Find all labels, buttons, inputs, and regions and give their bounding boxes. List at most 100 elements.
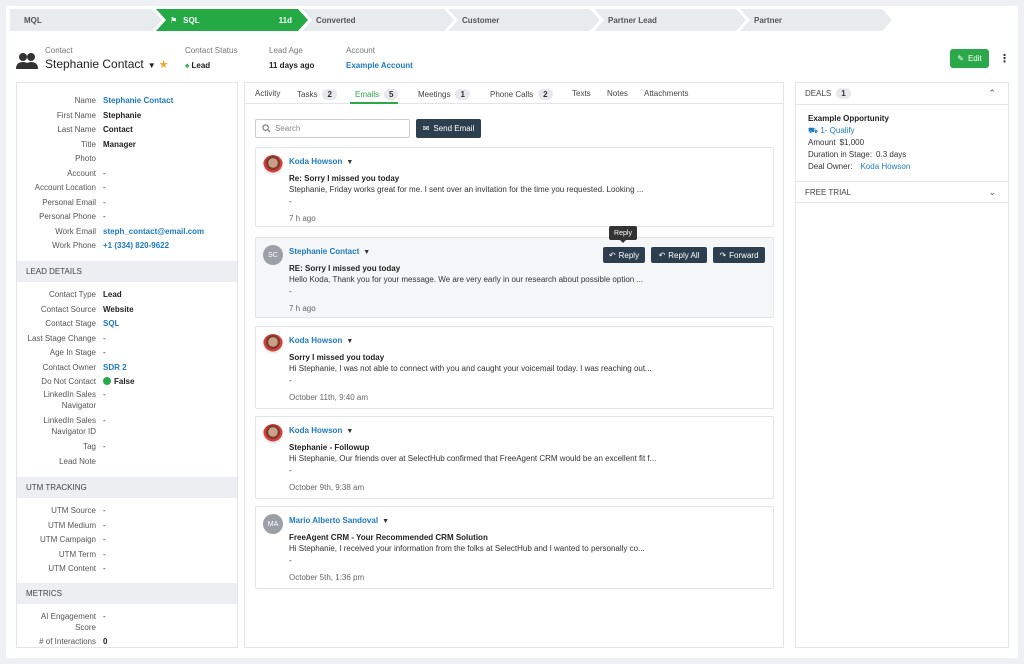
tab-texts[interactable]: Texts	[572, 89, 591, 98]
chevron-up-icon[interactable]: ⌃	[988, 88, 996, 99]
flag-icon: ⚑	[170, 15, 178, 25]
email-item[interactable]: SC Stephanie Contact ▼ RE: Sorry I missed…	[255, 237, 774, 318]
sender-name: Mario Alberto Sandoval	[289, 516, 379, 525]
email-item[interactable]: MA Mario Alberto Sandoval ▼ FreeAgent CRM…	[255, 506, 774, 589]
field-label: AI Engagement Score	[17, 611, 96, 633]
field-last-name: Last Name Contact	[17, 124, 237, 135]
email-item[interactable]: Koda Howson ▼ Re: Sorry I missed you toda…	[255, 147, 774, 227]
sender-name: Koda Howson	[289, 336, 343, 345]
metrics-header[interactable]: METRICS	[17, 583, 237, 604]
field-value: Website	[103, 304, 134, 314]
pipeline-stage-bar: MQL ⚑ SQL 11d Converted Customer Partner L…	[10, 9, 886, 31]
field-value[interactable]: Stephanie Contact	[103, 95, 173, 106]
reply-button[interactable]: ↶ Reply	[603, 247, 645, 263]
field-label: Tag	[83, 442, 96, 451]
caret-down-icon[interactable]: ▼	[363, 249, 370, 256]
field-value[interactable]: SQL	[103, 318, 119, 329]
search-input[interactable]: Search	[255, 119, 410, 138]
tab-label: Meetings	[418, 90, 451, 99]
caret-down-icon[interactable]: ▼	[346, 159, 353, 166]
email-snippet: Hi Stephanie, I was not able to connect …	[289, 364, 652, 373]
email-separator: -	[289, 287, 292, 296]
caret-down-icon[interactable]: ▼	[346, 338, 353, 345]
account-link[interactable]: Example Account	[346, 61, 413, 70]
edit-label: Edit	[967, 54, 982, 63]
deal-stage[interactable]: ⛟ 1- Qualify	[808, 126, 855, 136]
stage-sql[interactable]: ⚑ SQL 11d	[156, 9, 308, 31]
email-separator: -	[289, 556, 292, 565]
tab-tasks[interactable]: Tasks 2	[297, 89, 337, 100]
reply-all-icon: ↶	[658, 250, 666, 260]
caret-down-icon[interactable]: ▼	[346, 428, 353, 435]
stage-mql[interactable]: MQL	[10, 9, 162, 31]
stage-converted[interactable]: Converted	[302, 9, 454, 31]
contact-name[interactable]: Stephanie Contact ▼ ★	[45, 57, 169, 71]
lead-details-header[interactable]: LEAD DETAILS	[17, 261, 237, 282]
free-trial-header[interactable]: FREE TRIAL ⌄	[796, 181, 1008, 203]
field-label: Account	[67, 168, 96, 178]
edit-button[interactable]: ✎ Edit	[950, 49, 989, 68]
tab-attachments[interactable]: Attachments	[644, 89, 688, 98]
stage-customer[interactable]: Customer	[448, 9, 600, 31]
field-value[interactable]: steph_contact@email.com	[103, 226, 204, 237]
status-text: Lead	[191, 61, 211, 70]
reply-all-button[interactable]: ↶ Reply All	[651, 247, 707, 263]
field-label: UTM Term	[58, 549, 96, 559]
field-value: Stephanie	[103, 110, 142, 120]
stage-partner-lead[interactable]: Partner Lead	[594, 9, 746, 31]
caret-down-icon[interactable]: ▼	[148, 61, 156, 70]
email-subject: RE: Sorry I missed you today	[289, 264, 401, 273]
value[interactable]: Koda Howson	[860, 162, 910, 171]
deals-header[interactable]: DEALS 1 ⌃	[796, 83, 1008, 105]
forward-button[interactable]: ↷ Forward	[713, 247, 765, 263]
tab-count-badge: 2	[322, 89, 337, 100]
field-value: -	[103, 212, 106, 221]
tab-label: Texts	[572, 89, 591, 98]
field-last-stage-change: Last Stage Change -	[17, 333, 237, 344]
email-sender[interactable]: Stephanie Contact ▼	[289, 247, 370, 256]
utm-tracking-header[interactable]: UTM TRACKING	[17, 477, 237, 498]
email-separator: -	[289, 466, 292, 475]
field-label: Contact Owner	[42, 362, 96, 372]
field-value: -	[103, 183, 106, 192]
stage-partner[interactable]: Partner	[740, 9, 892, 31]
field-value[interactable]: SDR 2	[103, 362, 127, 373]
email-time: 7 h ago	[289, 304, 316, 313]
stage-days: 11d	[278, 15, 292, 25]
deal-stage-label: 1- Qualify	[820, 126, 855, 135]
field-value: Lead	[103, 290, 122, 299]
email-sender[interactable]: Koda Howson ▼	[289, 336, 353, 345]
tab-label: Phone Calls	[490, 90, 534, 99]
account-label: Account	[346, 46, 375, 55]
tab-meetings[interactable]: Meetings 1	[418, 89, 470, 100]
avatar: MA	[263, 514, 283, 534]
contact-status: Contact Status ♠ Lead	[185, 46, 237, 70]
more-options-icon[interactable]: ⋮	[999, 52, 1010, 65]
field-personal-phone: Personal Phone -	[17, 211, 237, 222]
field-contact-type: Contact Type Lead	[17, 289, 237, 300]
star-icon[interactable]: ★	[159, 59, 169, 71]
deal-name[interactable]: Example Opportunity	[808, 114, 889, 123]
value: 0.3 days	[876, 150, 907, 159]
email-sender[interactable]: Mario Alberto Sandoval ▼	[289, 516, 389, 525]
email-item[interactable]: Koda Howson ▼ Sorry I missed you today Hi…	[255, 326, 774, 409]
field-value[interactable]: +1 (334) 820-9622	[103, 240, 169, 251]
sender-name: Koda Howson	[289, 426, 343, 435]
email-snippet: Hello Koda, Thank you for your message. …	[289, 275, 644, 284]
label-line-2: Navigator	[61, 401, 96, 410]
tab-notes[interactable]: Notes	[607, 89, 628, 98]
email-sender[interactable]: Koda Howson ▼	[289, 157, 353, 166]
send-email-button[interactable]: ✉ Send Email	[416, 119, 481, 138]
tab-phone-calls[interactable]: Phone Calls 2	[490, 89, 553, 100]
email-snippet: Hi Stephanie, Our friends over at Select…	[289, 454, 657, 463]
chevron-down-icon[interactable]: ⌄	[988, 187, 996, 198]
tab-emails[interactable]: Emails 5	[355, 89, 399, 100]
tab-activity[interactable]: Activity	[255, 89, 280, 98]
email-subject: Stephanie - Followup	[289, 443, 370, 452]
field-age-in-stage: Age In Stage -	[17, 347, 237, 358]
email-sender[interactable]: Koda Howson ▼	[289, 426, 353, 435]
lead-age-label: Lead Age	[269, 46, 303, 55]
email-item[interactable]: Koda Howson ▼ Stephanie - Followup Hi Ste…	[255, 416, 774, 499]
field-value: 0	[103, 637, 108, 646]
caret-down-icon[interactable]: ▼	[382, 518, 389, 525]
